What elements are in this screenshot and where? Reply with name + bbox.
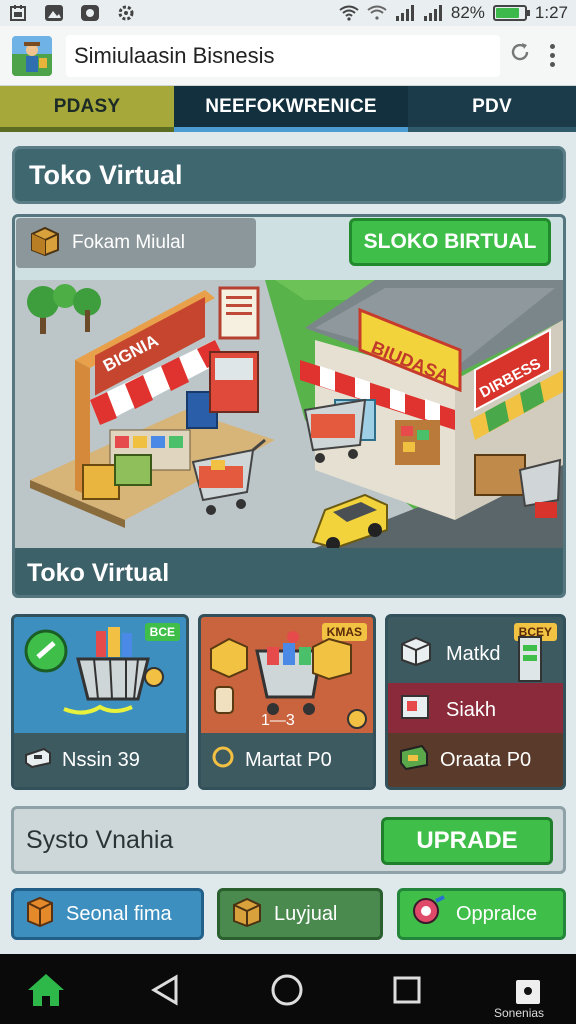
reload-icon[interactable] <box>500 40 540 71</box>
tab-pdasy[interactable]: PDASY <box>0 86 174 132</box>
tile-footer: Nssin 39 <box>14 733 186 787</box>
camera-icon <box>80 4 100 22</box>
home-icon[interactable] <box>26 970 66 1010</box>
gauge-icon <box>518 636 542 682</box>
nav-extra-label: Sonenias <box>494 1006 545 1020</box>
tab-pdv[interactable]: PDV <box>408 86 576 132</box>
tile-management[interactable]: BCEY Matkd Siakh Oraata P0 <box>385 614 566 790</box>
page-title: Toko Virtual <box>29 159 183 190</box>
overflow-menu-icon[interactable] <box>540 44 564 67</box>
calendar-icon <box>8 4 28 22</box>
seasonal-button[interactable]: Seonal fima <box>11 888 204 940</box>
virtual-store-button[interactable]: SLOKO BIRTUAL <box>349 218 551 266</box>
upgrade-button[interactable]: UPRADE <box>381 817 553 865</box>
upgrade-button-label: UPRADE <box>416 827 518 854</box>
mountain-icon <box>44 4 64 22</box>
basket-icon <box>24 627 164 715</box>
tile-footer: Oraata P0 <box>388 733 563 787</box>
tile-footer: Martat P0 <box>201 733 373 787</box>
store-illustration: BIGNIA BIUDASA DIRBESS <box>15 280 563 548</box>
store-caption: Toko Virtual <box>15 548 563 595</box>
app-bar: Simiulaasin Bisnesis <box>0 26 576 86</box>
photo-frame-icon <box>398 692 434 728</box>
cash-register-icon <box>24 745 52 775</box>
battery-percent: 82% <box>450 3 485 22</box>
tile-footer-label: Oraata P0 <box>440 748 532 771</box>
virtual-store-button-label: SLOKO BIRTUAL <box>363 230 537 253</box>
tile-market[interactable]: KMAS 1—3 Martat P0 <box>198 614 376 790</box>
box-icon <box>230 895 264 933</box>
tile-row-label: Matkd <box>446 642 501 665</box>
package-icon <box>24 895 56 933</box>
wifi-secondary-icon <box>367 4 387 22</box>
sell-button[interactable]: Luyjual <box>217 888 383 940</box>
tile-row-label: Siakh <box>446 698 497 721</box>
tab-neefokwrenice[interactable]: NEEFOKWRENICE <box>174 86 408 132</box>
status-bar: 82% 1:27 <box>0 0 576 26</box>
app-title: Simiulaasin Bisnesis <box>74 42 275 68</box>
coin-icon <box>211 745 235 775</box>
operate-button[interactable]: Oppralce <box>397 888 566 940</box>
system-label: Systo Vnahia <box>26 825 174 854</box>
tab-bar: PDASY NEEFOKWRENICE PDV <box>0 86 576 132</box>
tile-row[interactable]: Siakh <box>388 683 563 737</box>
app-logo-icon <box>12 35 52 76</box>
tile-counter: 1—3 <box>261 712 295 729</box>
box-stack-icon <box>398 636 434 672</box>
clock: 1:27 <box>534 3 568 22</box>
action-label: Luyjual <box>274 902 338 925</box>
wifi-icon <box>339 4 359 22</box>
app-title-field[interactable]: Simiulaasin Bisnesis <box>66 34 500 77</box>
wallet-icon <box>398 743 430 777</box>
store-caption-text: Toko Virtual <box>27 558 170 587</box>
action-label: Seonal fima <box>66 902 172 925</box>
tab-label: NEEFOKWRENICE <box>205 95 377 117</box>
box-icon <box>28 224 62 262</box>
back-icon[interactable] <box>145 970 185 1010</box>
action-label: Oppralce <box>456 902 538 925</box>
navigation-bar <box>0 954 576 1024</box>
tile-footer-label: Nssin 39 <box>62 748 140 771</box>
tile-footer-label: Martat P0 <box>245 748 332 771</box>
store-card: Fokam Miulal SLOKO BIRTUAL BIGNIA BIUDAS… <box>12 214 566 598</box>
tab-label: PDV <box>472 95 512 117</box>
tile-inventory[interactable]: BCE Nssin 39 <box>11 614 189 790</box>
signal-secondary-icon <box>423 4 443 22</box>
mode-chip[interactable]: Fokam Miulal <box>16 218 256 268</box>
home-circle-icon[interactable] <box>267 970 307 1010</box>
mode-label: Fokam Miulal <box>72 232 185 253</box>
signal-icon <box>395 4 415 22</box>
tab-label: PDASY <box>53 95 121 117</box>
settings-icon <box>116 4 136 22</box>
recent-apps-icon[interactable] <box>387 970 427 1010</box>
system-panel: Systo Vnahia UPRADE <box>11 806 566 874</box>
page-title-panel: Toko Virtual <box>12 146 566 204</box>
gear-icon <box>410 895 446 933</box>
cart-with-boxes-icon: 1—3 <box>210 631 367 729</box>
battery-icon <box>492 5 530 21</box>
